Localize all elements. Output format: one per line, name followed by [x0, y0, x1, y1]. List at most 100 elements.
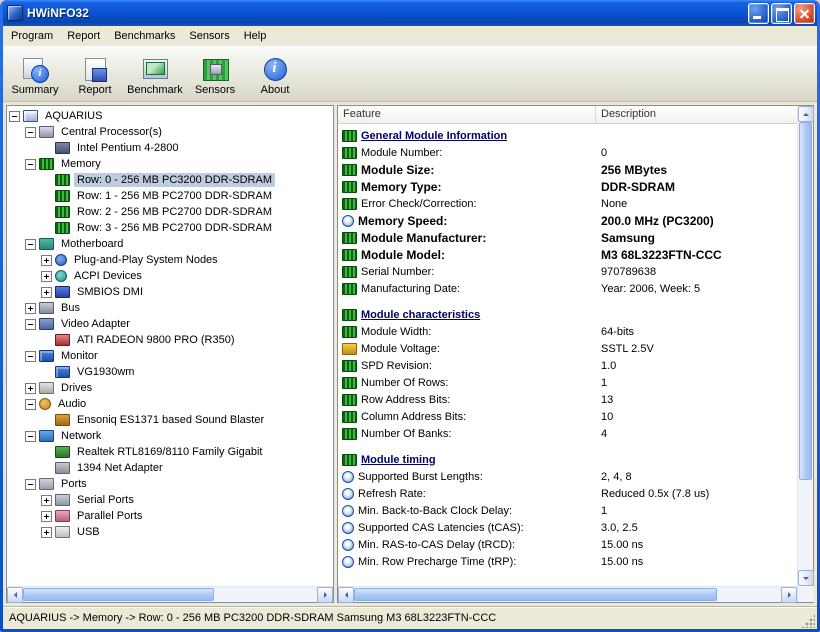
tree-item-drives[interactable]: Drives — [7, 380, 333, 396]
tree-item-1394-net-adapter[interactable]: 1394 Net Adapter — [7, 460, 333, 476]
tree-item-smbios-dmi[interactable]: SMBIOS DMI — [7, 284, 333, 300]
feature-row[interactable]: Number Of Banks: 4 — [338, 425, 797, 442]
resize-grip[interactable] — [801, 614, 815, 628]
feature-row[interactable]: Min. Back-to-Back Clock Delay: 1 — [338, 502, 797, 519]
collapse-icon[interactable] — [25, 430, 36, 442]
feature-column-header[interactable]: Feature — [338, 106, 596, 123]
feature-row[interactable]: Column Address Bits: 10 — [338, 408, 797, 425]
feature-row[interactable]: Min. Row Precharge Time (tRP): 15.00 ns — [338, 553, 797, 570]
collapse-icon[interactable] — [25, 126, 36, 138]
tree-item-ensoniq-es1371-based-sound-blaster[interactable]: Ensoniq ES1371 based Sound Blaster — [7, 412, 333, 428]
tree-item-serial-ports[interactable]: Serial Ports — [7, 492, 333, 508]
tree-item-audio[interactable]: Audio — [7, 396, 333, 412]
scroll-right-button[interactable] — [317, 587, 333, 603]
feature-row[interactable]: Module Manufacturer: Samsung — [338, 229, 797, 246]
tree-item-central-processor-s[interactable]: Central Processor(s) — [7, 124, 333, 140]
tree-item-monitor[interactable]: Monitor — [7, 348, 333, 364]
tree-item-row-1-256-mb-pc2700-ddr-sdram[interactable]: Row: 1 - 256 MB PC2700 DDR-SDRAM — [7, 188, 333, 204]
tree-item-aquarius[interactable]: AQUARIUS — [7, 108, 333, 124]
scroll-track[interactable] — [23, 587, 317, 602]
tree-item-bus[interactable]: Bus — [7, 300, 333, 316]
feature-row[interactable]: Module Width: 64-bits — [338, 323, 797, 340]
feature-row[interactable]: Module Number: 0 — [338, 144, 797, 161]
collapse-icon[interactable] — [25, 318, 36, 330]
toolbar-button-benchmark[interactable]: Benchmark — [125, 48, 185, 100]
tree-item-plug-and-play-system-nodes[interactable]: Plug-and-Play System Nodes — [7, 252, 333, 268]
feature-row[interactable]: Error Check/Correction: None — [338, 195, 797, 212]
expand-icon[interactable] — [41, 526, 52, 538]
minimize-button[interactable] — [748, 2, 769, 24]
tree-item-video-adapter[interactable]: Video Adapter — [7, 316, 333, 332]
titlebar[interactable]: HWiNFO32 — [3, 0, 817, 26]
feature-row[interactable]: Min. RAS-to-CAS Delay (tRCD): 15.00 ns — [338, 536, 797, 553]
feature-row[interactable]: Memory Type: DDR-SDRAM — [338, 178, 797, 195]
scroll-down-button[interactable] — [798, 570, 814, 586]
feature-row[interactable]: Refresh Rate: Reduced 0.5x (7.8 us) — [338, 485, 797, 502]
expand-icon[interactable] — [41, 510, 52, 522]
tree-item-row-2-256-mb-pc2700-ddr-sdram[interactable]: Row: 2 - 256 MB PC2700 DDR-SDRAM — [7, 204, 333, 220]
toolbar-button-summary[interactable]: Summary — [5, 48, 65, 100]
tree-item-motherboard[interactable]: Motherboard — [7, 236, 333, 252]
tree-item-intel-pentium-4-2800[interactable]: Intel Pentium 4-2800 — [7, 140, 333, 156]
toolbar-button-sensors[interactable]: Sensors — [185, 48, 245, 100]
tree-item-parallel-ports[interactable]: Parallel Ports — [7, 508, 333, 524]
expand-icon[interactable] — [41, 254, 52, 266]
scroll-track[interactable] — [354, 587, 781, 602]
close-button[interactable] — [794, 2, 815, 24]
expand-icon[interactable] — [25, 382, 36, 394]
menu-item-program[interactable]: Program — [4, 27, 60, 45]
feature-row[interactable]: Module Size: 256 MBytes — [338, 161, 797, 178]
tree-item-row-0-256-mb-pc3200-ddr-sdram[interactable]: Row: 0 - 256 MB PC3200 DDR-SDRAM — [7, 172, 333, 188]
feature-row[interactable]: SPD Revision: 1.0 — [338, 357, 797, 374]
description-column-header[interactable]: Description — [596, 106, 797, 123]
feature-row[interactable]: Supported Burst Lengths: 2, 4, 8 — [338, 468, 797, 485]
maximize-button[interactable] — [771, 2, 792, 24]
tree-item-usb[interactable]: USB — [7, 524, 333, 540]
expand-icon[interactable] — [25, 302, 36, 314]
menu-item-sensors[interactable]: Sensors — [182, 27, 236, 45]
scroll-up-button[interactable] — [798, 106, 814, 122]
feature-row[interactable]: Memory Speed: 200.0 MHz (PC3200) — [338, 212, 797, 229]
toolbar-button-report[interactable]: Report — [65, 48, 125, 100]
detail-column-headers[interactable]: Feature Description — [338, 106, 797, 124]
tree-item-acpi-devices[interactable]: ACPI Devices — [7, 268, 333, 284]
scroll-thumb[interactable] — [354, 588, 717, 601]
expand-icon[interactable] — [41, 494, 52, 506]
toolbar-button-about[interactable]: About — [245, 48, 305, 100]
feature-row[interactable]: Serial Number: 970789638 — [338, 263, 797, 280]
tree-item-realtek-rtl8169-8110-family-gigabit[interactable]: Realtek RTL8169/8110 Family Gigabit — [7, 444, 333, 460]
feature-row[interactable]: Supported CAS Latencies (tCAS): 3.0, 2.5 — [338, 519, 797, 536]
menu-item-benchmarks[interactable]: Benchmarks — [107, 27, 182, 45]
collapse-icon[interactable] — [25, 398, 36, 410]
scroll-track[interactable] — [798, 122, 813, 570]
feature-row[interactable]: Manufacturing Date: Year: 2006, Week: 5 — [338, 280, 797, 297]
scroll-left-button[interactable] — [7, 587, 23, 603]
tree-item-row-3-256-mb-pc2700-ddr-sdram[interactable]: Row: 3 - 256 MB PC2700 DDR-SDRAM — [7, 220, 333, 236]
tree-item-ati-radeon-9800-pro-r350[interactable]: ATI RADEON 9800 PRO (R350) — [7, 332, 333, 348]
detail-horizontal-scrollbar[interactable] — [338, 586, 797, 603]
expand-icon[interactable] — [41, 286, 52, 298]
tree-item-memory[interactable]: Memory — [7, 156, 333, 172]
detail-vertical-scrollbar[interactable] — [797, 106, 814, 602]
feature-row[interactable]: Row Address Bits: 13 — [338, 391, 797, 408]
scroll-right-button[interactable] — [781, 587, 797, 603]
scroll-thumb[interactable] — [23, 588, 215, 601]
feature-row[interactable]: Module Model: M3 68L3223FTN-CCC — [338, 246, 797, 263]
feature-row[interactable]: Number Of Rows: 1 — [338, 374, 797, 391]
tree-horizontal-scrollbar[interactable] — [7, 586, 333, 603]
scroll-left-button[interactable] — [338, 587, 354, 603]
collapse-icon[interactable] — [25, 478, 36, 490]
menu-item-report[interactable]: Report — [60, 27, 107, 45]
tree-item-network[interactable]: Network — [7, 428, 333, 444]
expand-icon[interactable] — [41, 270, 52, 282]
clock-icon — [342, 487, 354, 500]
tree-item-ports[interactable]: Ports — [7, 476, 333, 492]
collapse-icon[interactable] — [25, 238, 36, 250]
tree-item-vg1930wm[interactable]: VG1930wm — [7, 364, 333, 380]
collapse-icon[interactable] — [25, 158, 36, 170]
menu-item-help[interactable]: Help — [237, 27, 274, 45]
scroll-thumb[interactable] — [799, 122, 812, 481]
collapse-icon[interactable] — [25, 350, 36, 362]
feature-row[interactable]: Module Voltage: SSTL 2.5V — [338, 340, 797, 357]
collapse-icon[interactable] — [9, 110, 20, 122]
